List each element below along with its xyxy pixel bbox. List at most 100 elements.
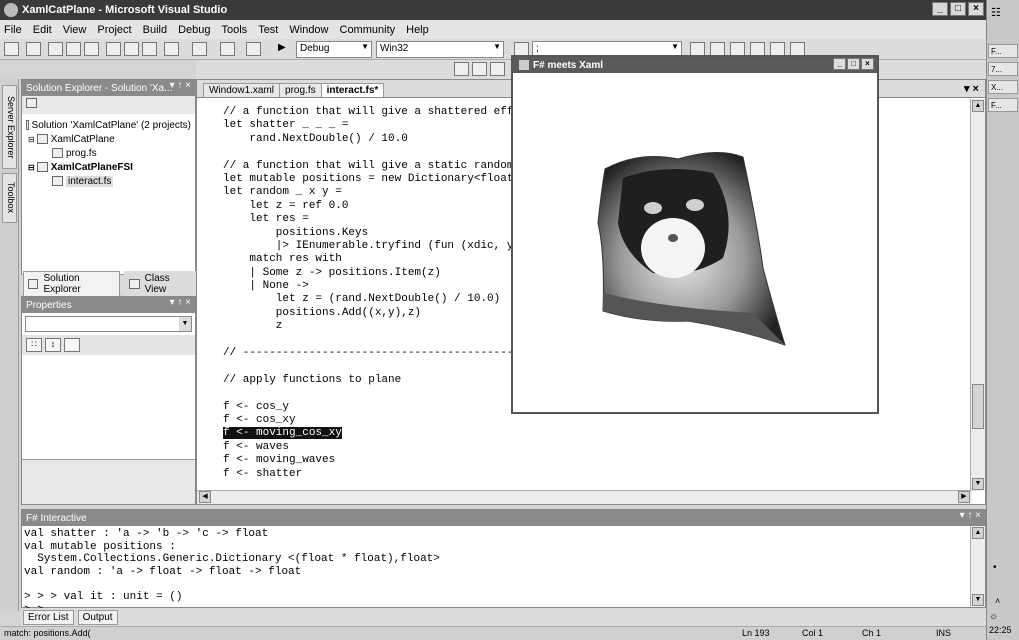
close-button[interactable]: × xyxy=(861,58,874,70)
save-icon[interactable] xyxy=(66,42,81,56)
tray-expand-icon[interactable]: ˄ xyxy=(995,596,1000,606)
scroll-thumb[interactable] xyxy=(972,384,984,429)
tray-icon[interactable]: • xyxy=(993,562,997,573)
other-windows-icon[interactable] xyxy=(790,42,805,56)
collapse-icon[interactable]: ⊟ xyxy=(28,135,35,144)
redo-icon[interactable] xyxy=(192,42,207,56)
undo-icon[interactable] xyxy=(164,42,179,56)
taskbar-item[interactable]: F... xyxy=(988,44,1018,58)
solution-platform-select[interactable]: Win32 ▼ xyxy=(376,41,504,58)
property-pages-icon[interactable] xyxy=(64,338,80,352)
properties-icon[interactable] xyxy=(26,98,37,108)
tree-item-project[interactable]: ⊟ XamlCatPlane xyxy=(26,132,191,146)
code-line[interactable]: f <- waves xyxy=(223,441,533,454)
start-icon[interactable]: ☷ xyxy=(991,6,1001,19)
minimize-button[interactable]: _ xyxy=(833,58,846,70)
indent-icon[interactable] xyxy=(472,62,487,76)
align-icon[interactable] xyxy=(454,62,469,76)
categorized-icon[interactable]: ∷ xyxy=(26,338,42,352)
code-line[interactable]: let mutable positions = new Dictionary<f… xyxy=(223,173,533,186)
code-line[interactable]: let shatter _ _ _ = xyxy=(223,119,533,132)
cut-icon[interactable] xyxy=(106,42,121,56)
server-explorer-tab[interactable]: Server Explorer xyxy=(2,85,17,169)
taskbar-item[interactable]: X... xyxy=(988,80,1018,94)
tab-solution-explorer[interactable]: Solution Explorer xyxy=(23,270,121,297)
alphabetical-icon[interactable]: ↕ xyxy=(45,338,61,352)
copy-icon[interactable] xyxy=(124,42,139,56)
open-file-icon[interactable] xyxy=(48,42,63,56)
code-line[interactable]: let random _ x y = xyxy=(223,186,533,199)
panel-controls[interactable]: ▾ ↑ × xyxy=(960,510,981,521)
save-all-icon[interactable] xyxy=(84,42,99,56)
taskbar-item[interactable]: F... xyxy=(988,98,1018,112)
tree-item-project[interactable]: ⊟ XamlCatPlaneFSI xyxy=(26,160,191,174)
collapse-icon[interactable]: ⊟ xyxy=(28,163,35,172)
toolbox-tab[interactable]: Toolbox xyxy=(2,173,17,223)
code-line[interactable]: match res with xyxy=(223,253,533,266)
scroll-up-icon[interactable]: ▲ xyxy=(972,527,984,539)
tree-item-file[interactable]: prog.fs xyxy=(26,146,191,160)
menu-help[interactable]: Help xyxy=(406,24,429,36)
taskbar-item[interactable]: 7... xyxy=(988,62,1018,76)
start-debugging-icon[interactable]: ▶ xyxy=(278,42,293,56)
code-line[interactable]: // a function that will give a static ra… xyxy=(223,160,533,173)
solution-configuration-select[interactable]: Debug ▼ xyxy=(296,41,372,58)
fsharp-interactive-output[interactable]: val shatter : 'a -> 'b -> 'c -> float val… xyxy=(24,528,440,616)
object-browser-icon[interactable] xyxy=(730,42,745,56)
code-line[interactable]: |> IEnumerable.tryfind (fun (xdic, yd xyxy=(223,240,533,253)
maximize-button[interactable]: □ xyxy=(847,58,860,70)
code-line[interactable]: let z = (rand.NextDouble() / 10.0) xyxy=(223,293,533,306)
close-button[interactable]: × xyxy=(968,2,984,16)
network-icon[interactable]: ☼ xyxy=(989,611,998,622)
tab-interact-fs[interactable]: interact.fs* xyxy=(320,83,385,97)
panel-controls[interactable]: ▾ ↑ × xyxy=(170,297,191,308)
properties-window-icon[interactable] xyxy=(710,42,725,56)
tree-item-file[interactable]: interact.fs xyxy=(26,174,191,188)
menu-view[interactable]: View xyxy=(63,24,87,36)
editor-controls[interactable]: ▾ × xyxy=(964,82,979,95)
editor-vertical-scrollbar[interactable]: ▲ ▼ xyxy=(970,99,985,491)
code-line[interactable]: let z = ref 0.0 xyxy=(223,200,533,213)
code-text[interactable]: // a function that will give a shattered… xyxy=(223,106,533,481)
code-line[interactable]: f <- moving_cos_xy xyxy=(223,427,533,440)
code-line[interactable]: rand.NextDouble() / 10.0 xyxy=(223,133,533,146)
code-line[interactable]: // apply functions to plane xyxy=(223,374,533,387)
code-line[interactable]: let res = xyxy=(223,213,533,226)
scroll-right-icon[interactable]: ▶ xyxy=(958,491,970,503)
scroll-up-icon[interactable]: ▲ xyxy=(972,100,984,112)
find-in-files-icon[interactable] xyxy=(514,42,529,56)
code-line[interactable]: f <- moving_waves xyxy=(223,454,533,467)
solution-explorer-icon[interactable] xyxy=(690,42,705,56)
menu-community[interactable]: Community xyxy=(340,24,396,36)
toolbox-icon[interactable] xyxy=(750,42,765,56)
tab-output[interactable]: Output xyxy=(77,609,118,625)
tab-prog-fs[interactable]: prog.fs xyxy=(279,83,322,97)
panel-controls[interactable]: ▾ ↑ × xyxy=(170,80,191,91)
menu-window[interactable]: Window xyxy=(289,24,328,36)
code-line[interactable]: f <- cos_xy xyxy=(223,414,533,427)
code-line[interactable] xyxy=(223,146,533,159)
scroll-down-icon[interactable]: ▼ xyxy=(972,478,984,490)
add-item-icon[interactable] xyxy=(26,42,41,56)
tab-window1-xaml[interactable]: Window1.xaml xyxy=(203,83,281,97)
menu-build[interactable]: Build xyxy=(143,24,167,36)
new-project-icon[interactable] xyxy=(4,42,19,56)
navigate-icon[interactable] xyxy=(220,42,235,56)
scroll-down-icon[interactable]: ▼ xyxy=(972,594,984,606)
code-line[interactable]: // -------------------------------------… xyxy=(223,347,533,360)
menu-file[interactable]: File xyxy=(4,24,22,36)
menu-tools[interactable]: Tools xyxy=(222,24,248,36)
minimize-button[interactable]: _ xyxy=(932,2,948,16)
tab-class-view[interactable]: Class View xyxy=(124,270,196,297)
menu-edit[interactable]: Edit xyxy=(33,24,52,36)
tab-error-list[interactable]: Error List xyxy=(23,609,74,625)
code-line[interactable] xyxy=(223,334,533,347)
navigate-forward-icon[interactable] xyxy=(246,42,261,56)
menu-test[interactable]: Test xyxy=(258,24,278,36)
code-line[interactable]: f <- shatter xyxy=(223,468,533,481)
code-line[interactable]: f <- cos_y xyxy=(223,401,533,414)
start-page-icon[interactable] xyxy=(770,42,785,56)
code-line[interactable]: z xyxy=(223,320,533,333)
code-line[interactable]: positions.Keys xyxy=(223,227,533,240)
code-line[interactable]: | Some z -> positions.Item(z) xyxy=(223,267,533,280)
